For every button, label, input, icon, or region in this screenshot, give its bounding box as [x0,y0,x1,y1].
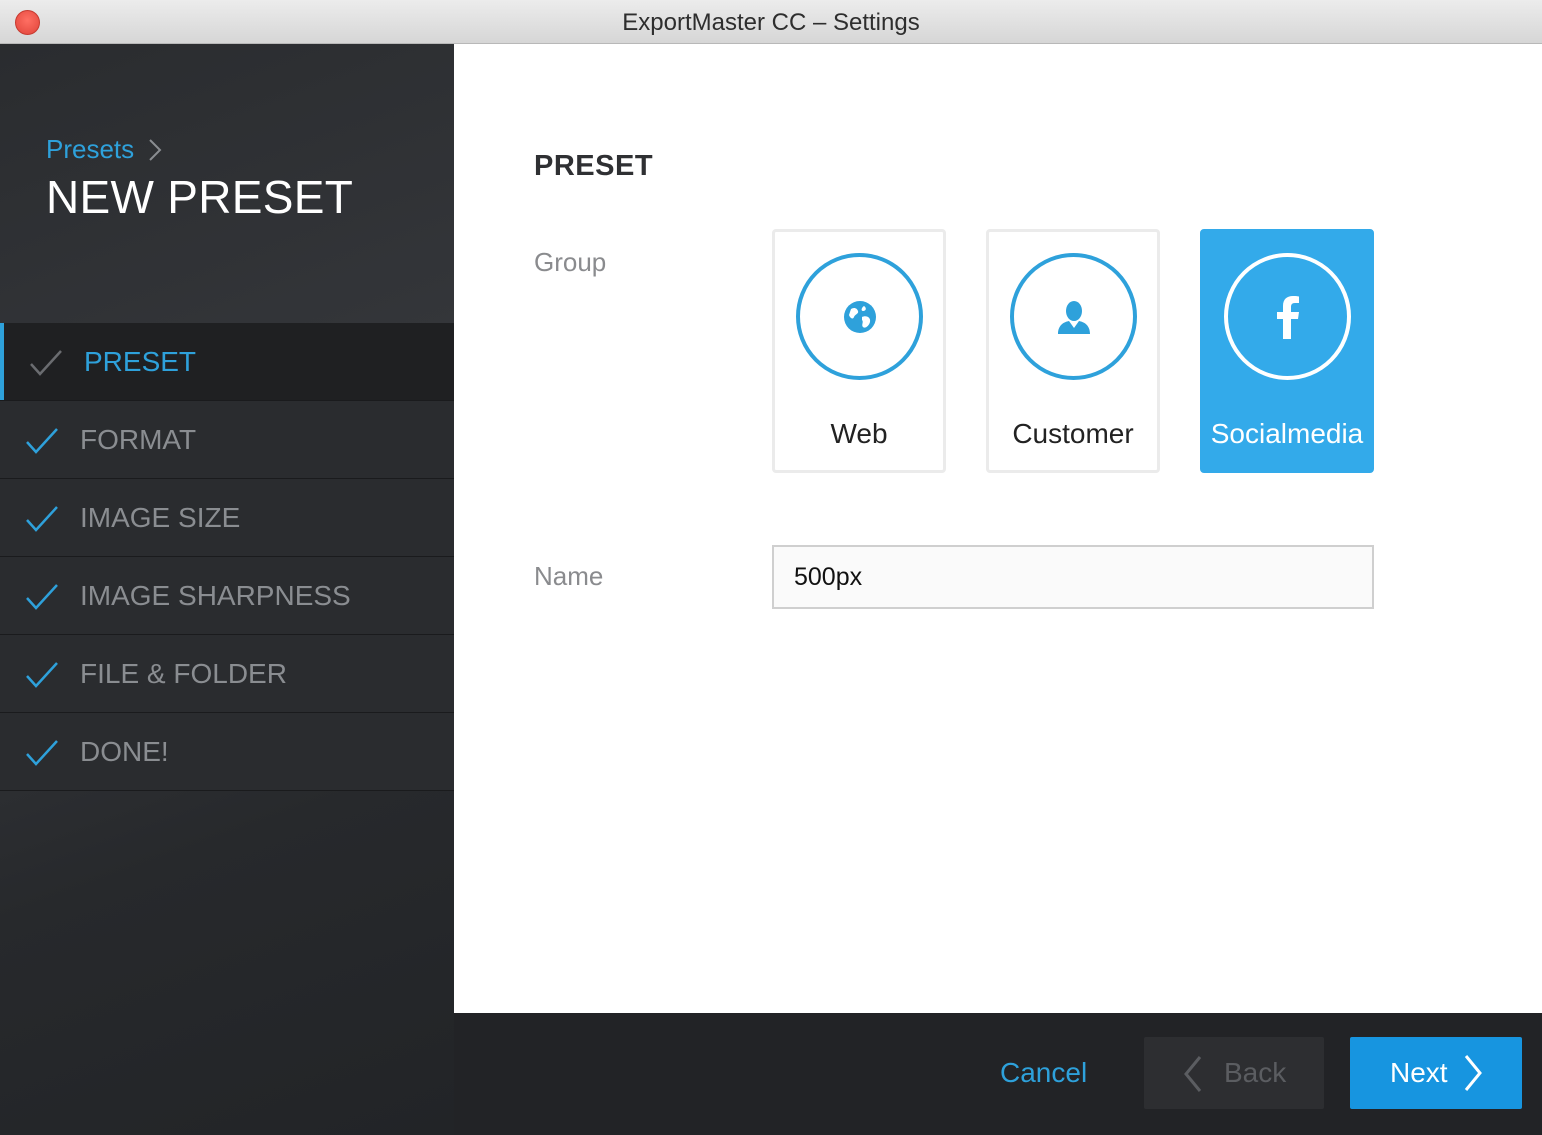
window-titlebar: ExportMaster CC – Settings [0,0,1542,44]
back-button[interactable]: Back [1144,1037,1324,1109]
group-card-socialmedia[interactable]: Socialmedia [1200,229,1374,473]
name-input[interactable] [772,545,1374,609]
step-image-sharpness[interactable]: IMAGE SHARPNESS [0,557,454,635]
step-format[interactable]: FORMAT [0,401,454,479]
icon-circle [1010,253,1137,380]
step-label: FORMAT [80,423,197,455]
check-icon [26,428,58,454]
group-card-label: Customer [1012,418,1134,449]
chevron-right-icon [1464,1055,1482,1091]
next-label: Next [1390,1057,1448,1088]
step-image-size[interactable]: IMAGE SIZE [0,479,454,557]
group-card-customer[interactable]: Customer [986,229,1160,473]
step-preset[interactable]: PRESET [0,323,454,401]
cancel-button[interactable]: Cancel [1000,1057,1087,1089]
window-title: ExportMaster CC – Settings [622,9,920,36]
step-label: DONE! [80,735,169,767]
sidebar: Presets NEW PRESET PRESET FORMAT IMAGE S… [0,44,454,1135]
main-panel: PRESET Group Web Customer Socialmedia Na… [454,44,1542,1013]
user-icon [1057,300,1090,334]
chevron-right-icon [149,138,162,161]
chevron-left-icon [1184,1056,1202,1092]
breadcrumb: Presets [46,134,166,165]
facebook-icon [1276,295,1299,339]
step-done[interactable]: DONE! [0,713,454,791]
step-label: FILE & FOLDER [80,657,287,689]
icon-circle [796,253,923,380]
check-icon [26,662,58,688]
name-label: Name [534,561,604,591]
step-file-folder[interactable]: FILE & FOLDER [0,635,454,713]
step-label: IMAGE SIZE [80,501,241,533]
group-label: Group [534,247,607,277]
breadcrumb-presets-link[interactable]: Presets [46,134,134,165]
icon-circle [1224,253,1351,380]
group-card-label: Socialmedia [1210,418,1364,449]
back-label: Back [1224,1057,1287,1088]
page-title: NEW PRESET [46,171,354,223]
globe-icon [843,300,876,333]
step-label: PRESET [84,345,197,377]
next-button[interactable]: Next [1350,1037,1522,1109]
group-card-label: Web [830,418,888,449]
step-label: IMAGE SHARPNESS [80,579,351,611]
group-card-web[interactable]: Web [772,229,946,473]
wizard-steps: PRESET FORMAT IMAGE SIZE IMAGE SHARPNESS… [0,323,454,791]
check-icon [26,584,58,610]
check-icon [30,350,62,376]
check-icon [26,740,58,766]
section-title: PRESET [534,150,654,182]
footer-bar: Cancel Back Next [454,1013,1542,1135]
check-icon [26,506,58,532]
